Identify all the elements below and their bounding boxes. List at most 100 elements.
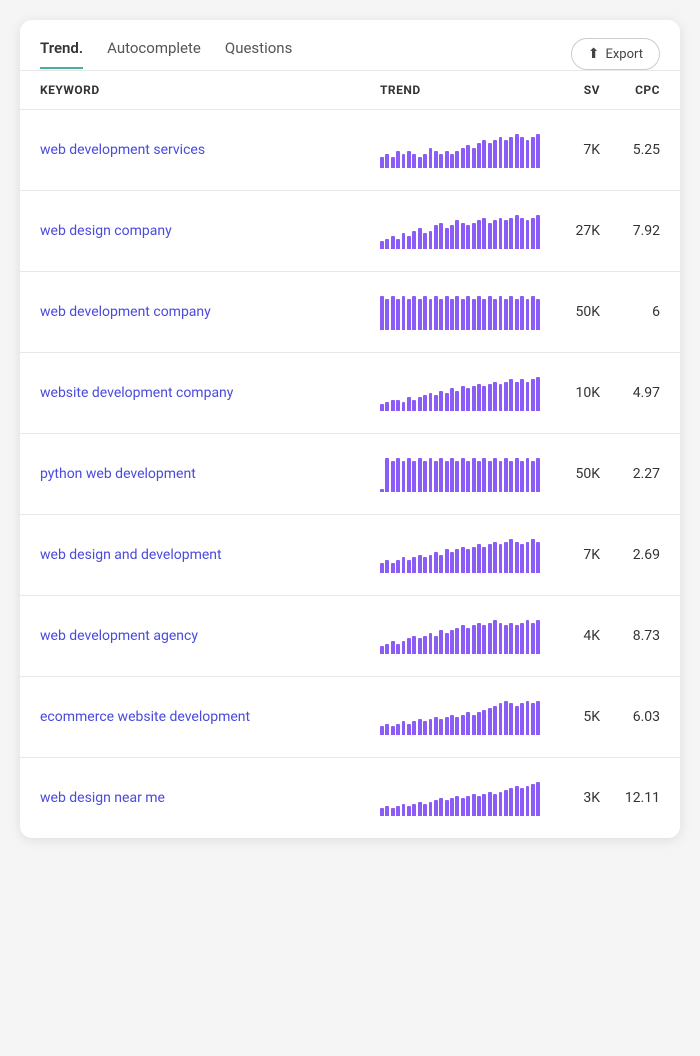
- bar: [445, 549, 449, 573]
- bar: [434, 717, 438, 735]
- bar: [455, 391, 459, 411]
- bar: [429, 802, 433, 816]
- keyword-link[interactable]: website development company: [40, 385, 380, 401]
- bar: [509, 788, 513, 816]
- bar: [391, 808, 395, 816]
- bar: [531, 296, 535, 330]
- keyword-link[interactable]: web development services: [40, 142, 380, 158]
- bar: [509, 296, 513, 330]
- bar: [520, 703, 524, 735]
- bar: [455, 549, 459, 573]
- bar: [423, 154, 427, 168]
- tab-questions[interactable]: Questions: [225, 39, 292, 69]
- bar: [472, 794, 476, 816]
- bar: [418, 719, 422, 735]
- cpc-value: 6.03: [600, 709, 660, 725]
- bar: [499, 623, 503, 654]
- bar: [380, 726, 384, 735]
- bar: [515, 215, 519, 249]
- bar: [412, 231, 416, 249]
- bar: [396, 806, 400, 816]
- bar: [439, 223, 443, 249]
- keyword-link[interactable]: web development agency: [40, 628, 380, 644]
- bar: [509, 539, 513, 573]
- bar: [504, 140, 508, 168]
- bar: [488, 544, 492, 573]
- bar: [402, 402, 406, 411]
- bar: [515, 706, 519, 735]
- bar: [493, 382, 497, 411]
- bar: [509, 461, 513, 492]
- tab-trend[interactable]: Trend.: [40, 39, 83, 69]
- bar: [482, 140, 486, 168]
- bar: [385, 458, 389, 492]
- bar: [385, 299, 389, 330]
- bar: [402, 233, 406, 249]
- keyword-link[interactable]: ecommerce website development: [40, 709, 380, 725]
- bar: [461, 798, 465, 816]
- bar: [482, 547, 486, 573]
- bar: [412, 557, 416, 573]
- bar: [526, 701, 530, 735]
- bar: [429, 458, 433, 492]
- bar: [466, 628, 470, 654]
- bar: [423, 233, 427, 249]
- bar: [412, 154, 416, 168]
- bar: [380, 404, 384, 411]
- bar: [445, 800, 449, 816]
- export-button[interactable]: ⬆ Export: [571, 38, 660, 70]
- bar: [450, 552, 454, 573]
- bar: [418, 228, 422, 249]
- bar: [520, 788, 524, 816]
- bar: [402, 804, 406, 816]
- keyword-link[interactable]: web development company: [40, 304, 380, 320]
- keyword-link[interactable]: web design and development: [40, 547, 380, 563]
- bar: [380, 157, 384, 168]
- bar: [531, 137, 535, 168]
- bar: [461, 148, 465, 168]
- bar: [418, 458, 422, 492]
- bar: [504, 625, 508, 654]
- table-header: KEYWORD TREND SV CPC: [20, 71, 680, 110]
- sv-value: 50K: [540, 304, 600, 320]
- bar: [493, 620, 497, 654]
- bar: [493, 299, 497, 330]
- bar: [385, 724, 389, 735]
- bar: [391, 563, 395, 573]
- sv-value: 50K: [540, 466, 600, 482]
- bar: [472, 547, 476, 573]
- bar: [488, 792, 492, 816]
- bar: [482, 710, 486, 735]
- bar: [488, 708, 492, 735]
- bar: [380, 563, 384, 573]
- bar: [402, 461, 406, 492]
- bar: [472, 148, 476, 168]
- bar: [520, 461, 524, 492]
- tabs-container: Trend. Autocomplete Questions: [40, 39, 292, 69]
- bar: [477, 384, 481, 411]
- bar: [407, 236, 411, 249]
- bar: [509, 218, 513, 249]
- trend-chart: [380, 780, 540, 816]
- sv-value: 4K: [540, 628, 600, 644]
- keyword-link[interactable]: web design near me: [40, 790, 380, 806]
- bar: [493, 542, 497, 573]
- keyword-link[interactable]: python web development: [40, 466, 380, 482]
- bar: [439, 630, 443, 654]
- bar: [407, 560, 411, 573]
- bar: [385, 402, 389, 411]
- bar: [477, 796, 481, 816]
- bar: [488, 223, 492, 249]
- bar: [396, 458, 400, 492]
- bar: [434, 151, 438, 168]
- tab-autocomplete[interactable]: Autocomplete: [107, 39, 201, 69]
- col-trend: TREND: [380, 83, 540, 97]
- bar: [434, 225, 438, 249]
- cpc-value: 2.27: [600, 466, 660, 482]
- bar: [477, 220, 481, 249]
- bar: [499, 792, 503, 816]
- bar: [472, 299, 476, 330]
- bar: [396, 560, 400, 573]
- trend-chart: [380, 132, 540, 168]
- keyword-link[interactable]: web design company: [40, 223, 380, 239]
